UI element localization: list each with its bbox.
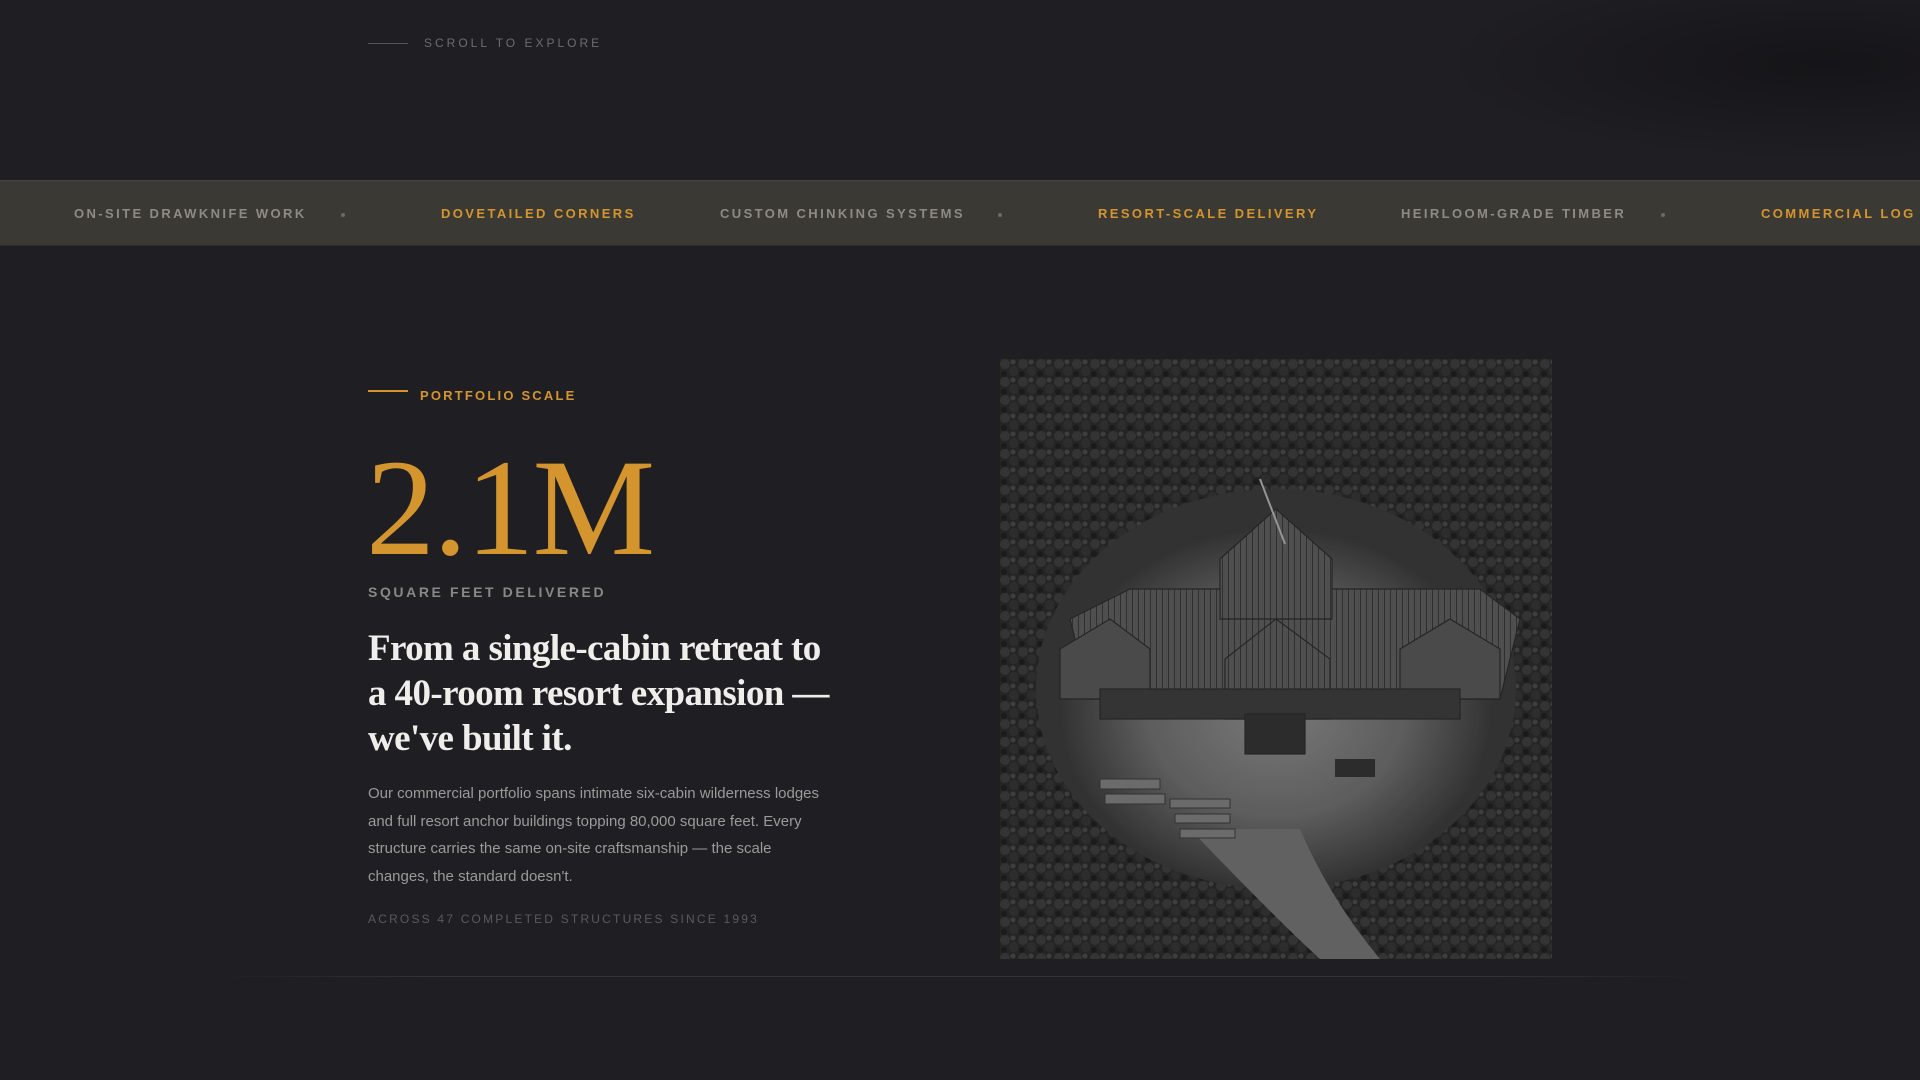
- marquee-item-heirloom: HEIRLOOM-GRADE TIMBER: [1401, 206, 1627, 221]
- stat-label: SQUARE FEET DELIVERED: [368, 584, 607, 600]
- marquee-item-resort-scale: RESORT-SCALE DELIVERY: [1098, 206, 1319, 221]
- stat-value: 2.1M: [366, 431, 655, 584]
- page: SCROLL TO EXPLORE ON-SITE DRAWKNIFE WORK…: [0, 0, 1920, 1080]
- section-divider: [220, 976, 1700, 977]
- section-headline: From a single-cabin retreat to a 40-room…: [368, 628, 829, 759]
- scroll-hint-label: SCROLL TO EXPLORE: [424, 36, 603, 50]
- aerial-construction-photo: [1000, 359, 1552, 959]
- marquee-item-chinking: CUSTOM CHINKING SYSTEMS: [720, 206, 965, 221]
- marquee-separator-dot: [998, 213, 1002, 217]
- section-eyebrow: PORTFOLIO SCALE: [368, 388, 577, 403]
- marquee-separator-dot: [341, 213, 345, 217]
- eyebrow-accent-line: [368, 389, 408, 392]
- scroll-hint[interactable]: SCROLL TO EXPLORE: [368, 36, 602, 50]
- marquee-item-drawknife: ON-SITE DRAWKNIFE WORK: [74, 206, 307, 221]
- corner-shadow: [1440, 0, 1920, 160]
- capabilities-marquee: ON-SITE DRAWKNIFE WORK DOVETAILED CORNER…: [0, 180, 1920, 246]
- eyebrow-label: PORTFOLIO SCALE: [420, 388, 577, 403]
- section-footnote: ACROSS 47 COMPLETED STRUCTURES SINCE 199…: [368, 912, 759, 926]
- scroll-hint-line: [368, 42, 408, 44]
- marquee-separator-dot: [1661, 213, 1665, 217]
- section-body: Our commercial portfolio spans intimate …: [368, 785, 820, 885]
- marquee-item-dovetailed: DOVETAILED CORNERS: [441, 206, 636, 221]
- marquee-item-commercial: COMMERCIAL LOG P: [1761, 206, 1920, 221]
